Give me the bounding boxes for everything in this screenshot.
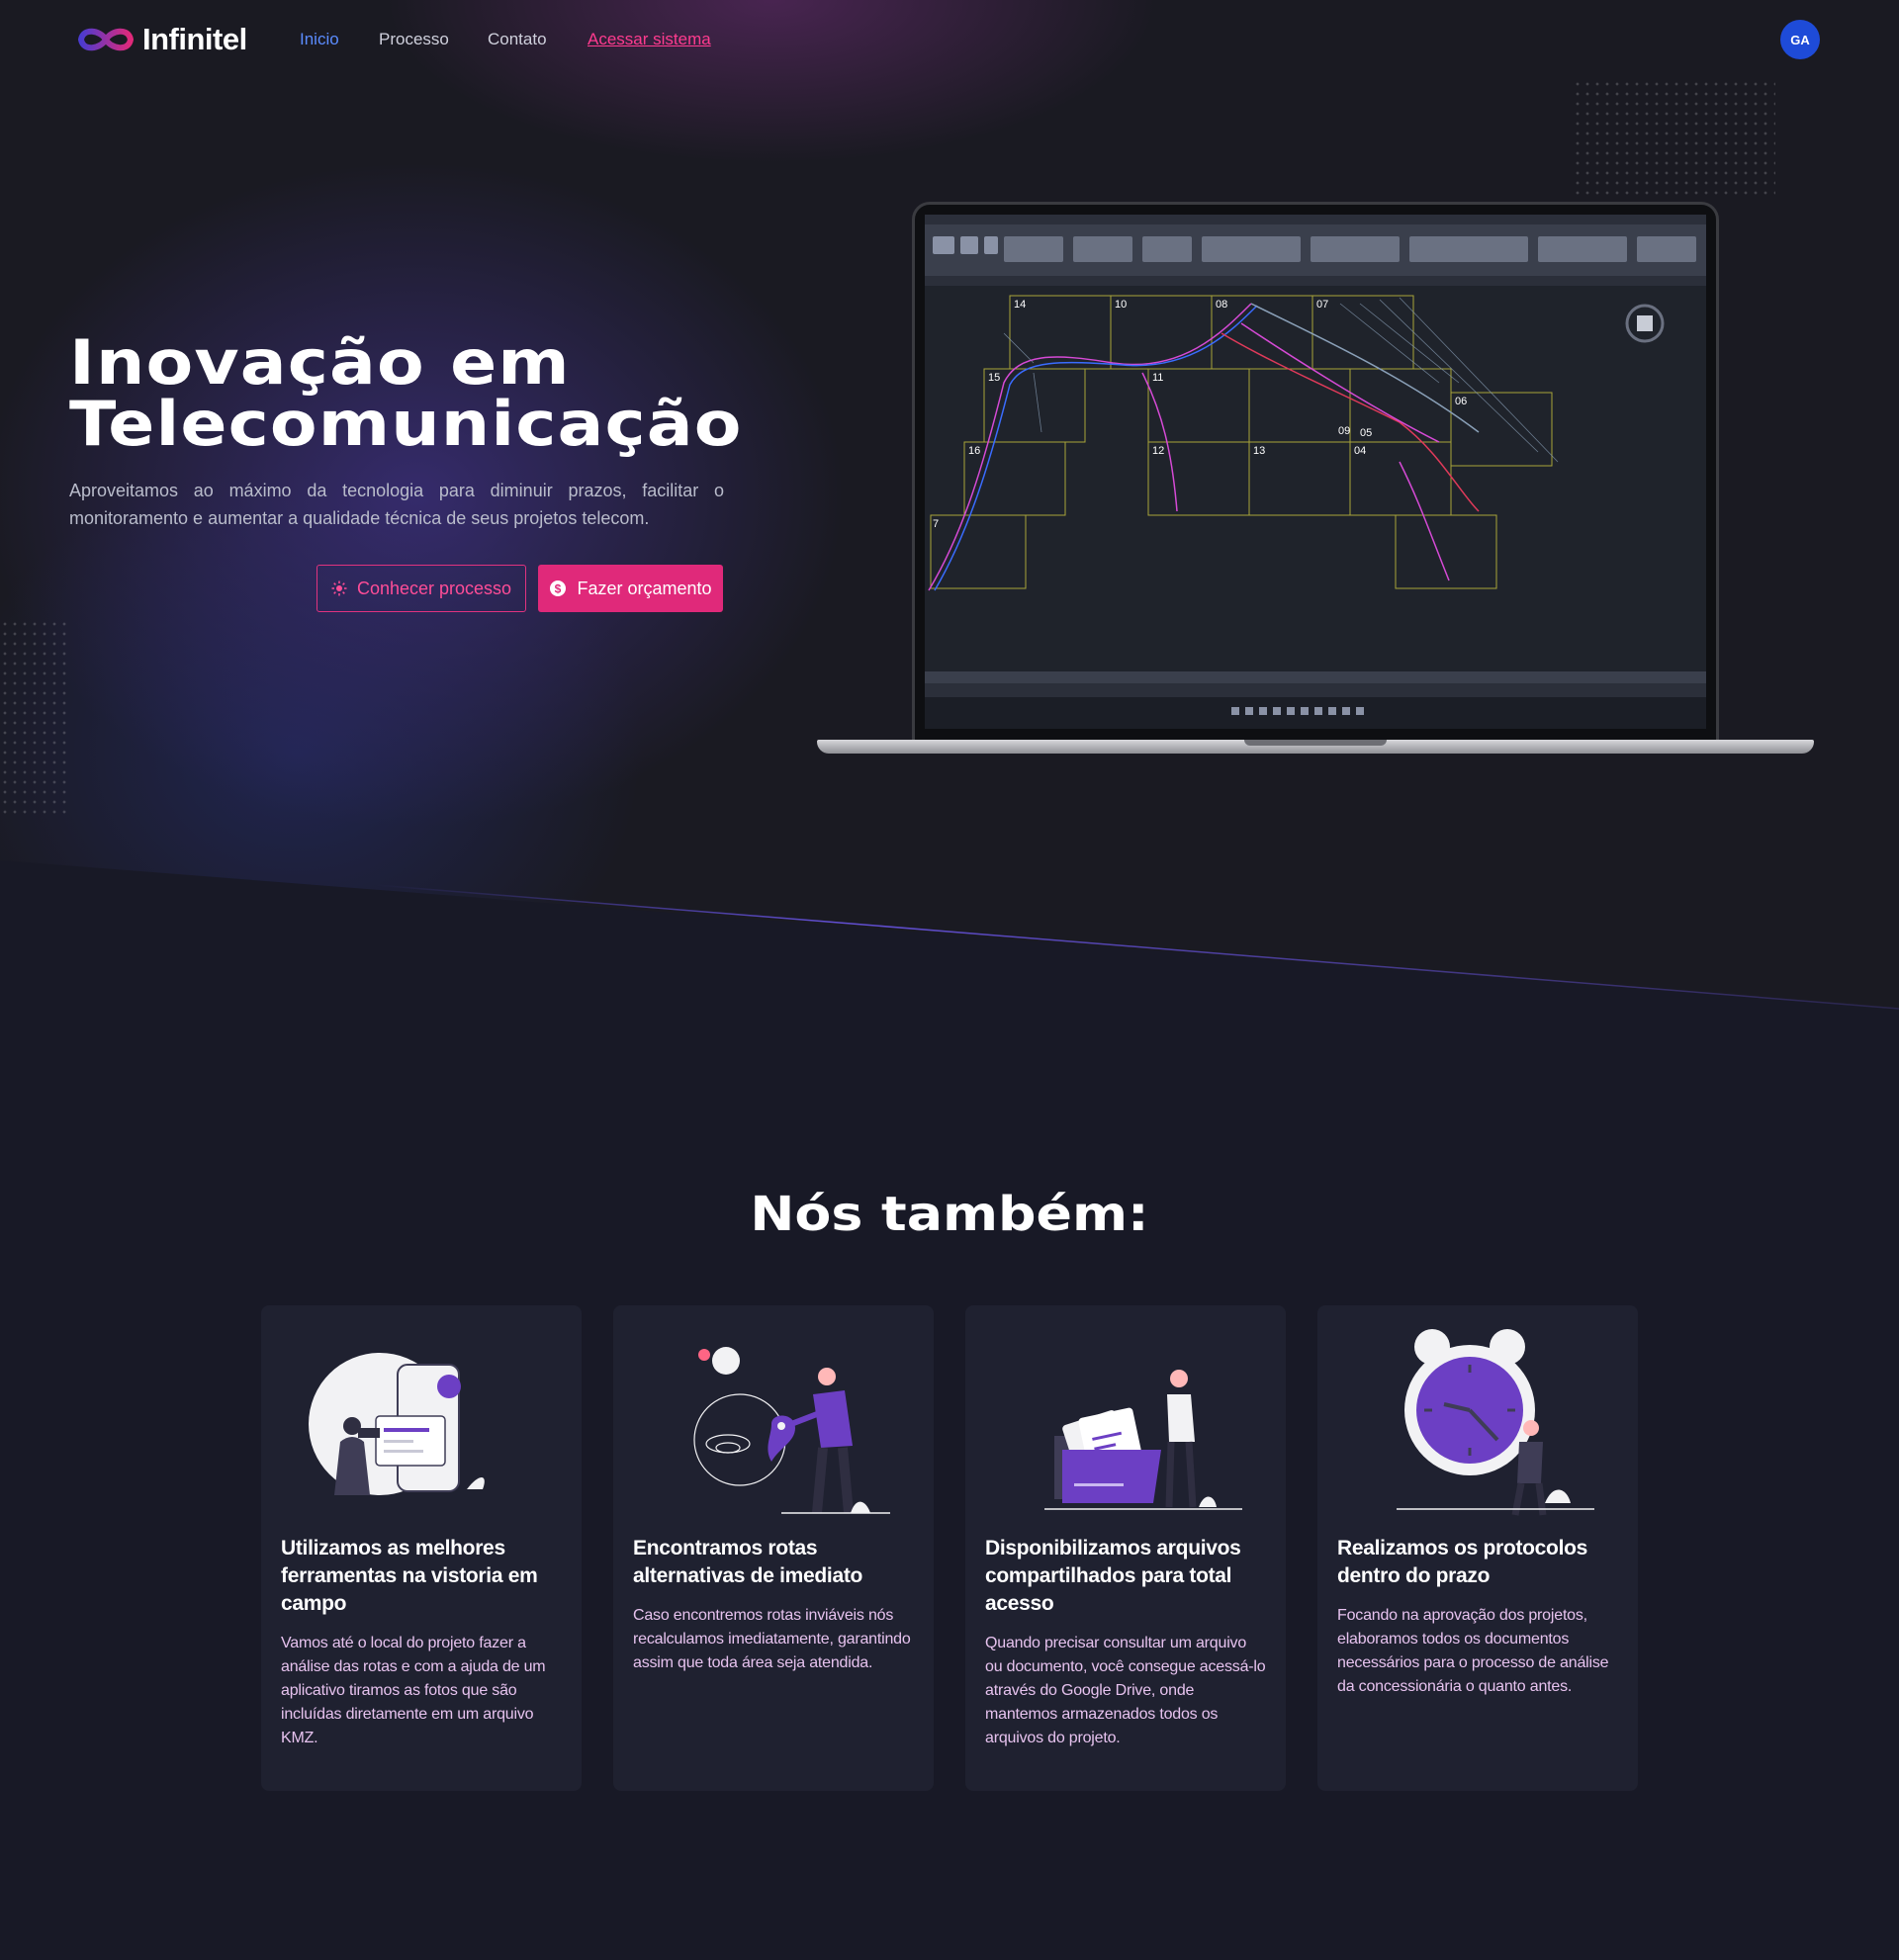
laptop-mockup: 14 10 08 07 15 11 06 16 12 13 09 05 04 7 bbox=[912, 202, 1719, 744]
section-title: Nós também: bbox=[0, 1187, 1899, 1242]
hero-subtitle: Aproveitamos ao máximo da tecnologia par… bbox=[69, 481, 724, 528]
svg-text:07: 07 bbox=[1316, 299, 1328, 311]
svg-text:16: 16 bbox=[968, 445, 980, 457]
card-title: Encontramos rotas alternativas de imedia… bbox=[633, 1537, 863, 1587]
card-text: Vamos até o local do projeto fazer a aná… bbox=[281, 1635, 546, 1746]
brand-name: Infinitel bbox=[142, 22, 247, 56]
svg-text:11: 11 bbox=[1152, 372, 1163, 384]
laptop-notch bbox=[1244, 740, 1387, 746]
svg-text:04: 04 bbox=[1354, 445, 1366, 457]
svg-text:09: 09 bbox=[1338, 425, 1350, 437]
fazer-orcamento-label: Fazer orçamento bbox=[577, 578, 712, 598]
hero-title-line-2: Telecomunicação bbox=[69, 388, 743, 460]
svg-text:$: $ bbox=[555, 582, 562, 596]
card-title: Realizamos os protocolos dentro do prazo bbox=[1337, 1537, 1588, 1587]
dots-pattern-top-right bbox=[1573, 79, 1775, 198]
top-navigation: Infinitel Inicio Processo Contato Acessa… bbox=[0, 0, 1899, 79]
svg-text:06: 06 bbox=[1455, 396, 1467, 407]
alarm-clock-illustration bbox=[1397, 1329, 1594, 1516]
svg-text:13: 13 bbox=[1253, 445, 1265, 457]
card-text: Caso encontremos rotas inviáveis nós rec… bbox=[633, 1607, 911, 1671]
laptop-screen-cad: 14 10 08 07 15 11 06 16 12 13 09 05 04 7 bbox=[925, 215, 1706, 729]
logo[interactable]: Infinitel bbox=[75, 22, 247, 57]
lightbulb-icon bbox=[331, 580, 347, 596]
svg-text:14: 14 bbox=[1014, 299, 1026, 311]
svg-text:08: 08 bbox=[1216, 299, 1227, 311]
infinity-logo-icon bbox=[77, 28, 135, 51]
feature-card-arquivos: Disponibilizamos arquivos compartilhados… bbox=[965, 1305, 1286, 1791]
nav-link-inicio[interactable]: Inicio bbox=[300, 30, 339, 49]
field-survey-illustration bbox=[309, 1353, 485, 1495]
nav-link-acessar-sistema[interactable]: Acessar sistema bbox=[588, 30, 711, 49]
route-map-illustration bbox=[693, 1347, 890, 1514]
feature-card-protocolos: Realizamos os protocolos dentro do prazo… bbox=[1317, 1305, 1638, 1791]
feature-card-vistoria: Utilizamos as melhores ferramentas na vi… bbox=[261, 1305, 582, 1791]
fazer-orcamento-button[interactable]: $ Fazer orçamento bbox=[538, 565, 723, 612]
svg-text:10: 10 bbox=[1115, 299, 1127, 311]
svg-text:12: 12 bbox=[1152, 445, 1164, 457]
conhecer-processo-label: Conhecer processo bbox=[356, 578, 512, 598]
conhecer-processo-button[interactable]: Conhecer processo bbox=[316, 565, 526, 612]
card-text: Focando na aprovação dos projetos, elabo… bbox=[1337, 1607, 1609, 1695]
dots-pattern-left bbox=[0, 619, 71, 817]
dollar-icon: $ bbox=[550, 580, 567, 596]
card-text: Quando precisar consultar um arquivo ou … bbox=[985, 1635, 1266, 1746]
cad-drawing-screenshot: 14 10 08 07 15 11 06 16 12 13 09 05 04 7 bbox=[925, 215, 1706, 729]
user-avatar[interactable]: GA bbox=[1780, 20, 1820, 59]
feature-card-rotas: Encontramos rotas alternativas de imedia… bbox=[613, 1305, 934, 1791]
svg-text:7: 7 bbox=[933, 518, 939, 530]
svg-text:15: 15 bbox=[988, 372, 1000, 384]
nav-link-processo[interactable]: Processo bbox=[379, 30, 449, 49]
hero-title: Inovação em Telecomunicação bbox=[69, 332, 866, 455]
section-title-text: Nós também: bbox=[750, 1187, 1149, 1242]
card-title: Utilizamos as melhores ferramentas na vi… bbox=[281, 1537, 538, 1615]
shared-files-illustration bbox=[1044, 1370, 1242, 1510]
svg-text:05: 05 bbox=[1360, 427, 1372, 439]
card-title: Disponibilizamos arquivos compartilhados… bbox=[985, 1537, 1241, 1615]
nav-link-contato[interactable]: Contato bbox=[488, 30, 547, 49]
